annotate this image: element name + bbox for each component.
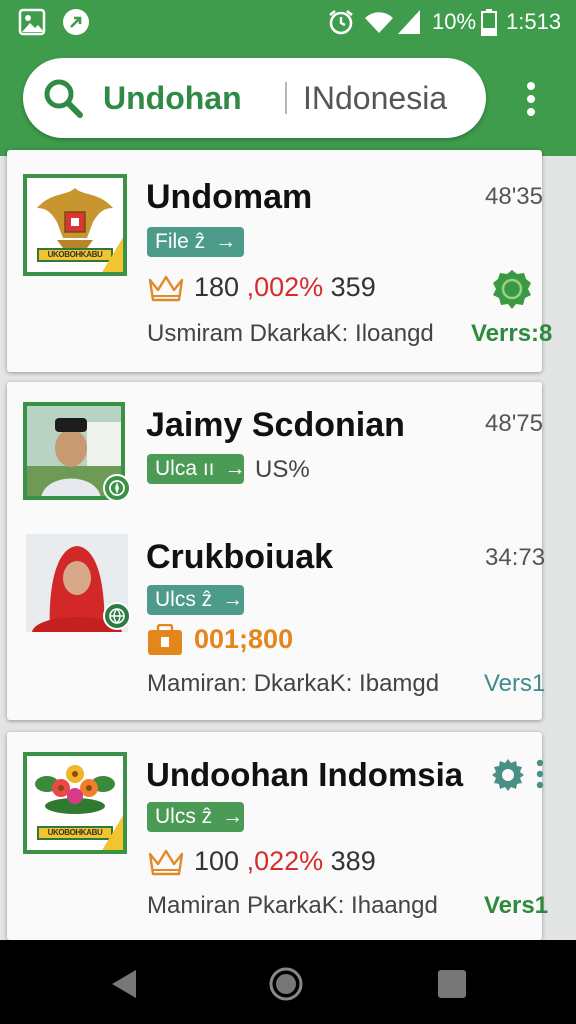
cell-signal-icon — [398, 10, 420, 34]
home-icon[interactable] — [266, 964, 306, 1004]
tag-chip-label: Ulcs ẑ — [155, 805, 213, 828]
card-stats: 180 ,002% 359 — [194, 272, 376, 303]
status-bar: 10% 1:513 — [0, 0, 576, 44]
crown-icon — [148, 275, 184, 302]
tag-chip-label: Ulcs ẑ — [155, 588, 213, 611]
search-divider — [285, 82, 287, 114]
arrow-right-icon: → — [224, 457, 246, 480]
result-card[interactable]: Jaimy Scdonian 48'75 Ulca ıı → US% Crukbo… — [7, 382, 546, 720]
emblem-banner: UKOBOHKABU — [37, 826, 113, 840]
card-stats: 100 ,022% 389 — [194, 846, 376, 877]
tag-chip[interactable]: Ulca ıı → — [147, 454, 246, 484]
search-icon[interactable] — [41, 76, 85, 120]
gallery-icon — [18, 8, 46, 36]
card-title[interactable]: Jaimy Scdonian — [146, 406, 405, 445]
arrow-right-icon: → — [215, 230, 237, 253]
crown-icon — [148, 849, 184, 876]
tag-chip[interactable]: File ẑ → — [147, 227, 244, 257]
card-title[interactable]: Undomam — [146, 178, 312, 217]
card-meta: Mamiran: DkarkaK: Ibamgd — [147, 670, 440, 697]
card-stats: 001;800 — [194, 624, 294, 654]
overflow-menu-icon[interactable] — [533, 758, 547, 790]
version-label[interactable]: Vers1 — [484, 892, 548, 920]
card-title[interactable]: Crukboiuak — [146, 538, 333, 577]
app-header: Undohan INdonesia — [0, 44, 576, 156]
card-time: 34:73 — [485, 544, 546, 571]
result-card[interactable]: UKOBOHKABU Undomam 48'35 File ẑ → 180 ,00… — [7, 150, 552, 372]
alarm-icon — [329, 9, 353, 35]
globe-badge-icon — [103, 602, 131, 630]
stat-count: 100 — [194, 846, 240, 876]
version-label[interactable]: Vers1 — [484, 670, 545, 698]
signal-arrow-icon — [63, 9, 89, 35]
stat-tail: 389 — [330, 846, 376, 876]
stat-percent: ,002% — [246, 272, 324, 302]
card-time: 48'35 — [485, 183, 543, 210]
battery-icon — [481, 9, 497, 36]
flower-emblem-icon: UKOBOHKABU — [23, 752, 127, 854]
card-meta: Mamiran PkarkaK: Ihaangd — [147, 892, 438, 919]
card-time: 48'75 — [485, 410, 543, 437]
overflow-menu-icon[interactable] — [517, 80, 545, 120]
card-meta: Usmiram DkarkaK: Iloangd — [147, 320, 434, 347]
search-query-location[interactable]: INdonesia — [303, 80, 447, 117]
tag-chip-label: File ẑ — [155, 230, 206, 253]
version-label[interactable]: Verrs:8 — [471, 320, 552, 348]
emblem-banner: UKOBOHKABU — [37, 248, 113, 262]
search-query-term[interactable]: Undohan — [103, 80, 242, 117]
arrow-right-icon: → — [222, 588, 244, 611]
battery-percent: 10% — [432, 9, 477, 34]
award-seal-icon[interactable] — [491, 268, 533, 312]
chip-suffix: US% — [255, 456, 310, 483]
recents-icon[interactable] — [432, 964, 472, 1004]
tag-chip[interactable]: Ulcs ẑ → — [147, 802, 244, 832]
back-icon[interactable] — [104, 964, 144, 1004]
result-card[interactable]: UKOBOHKABU Undoohan Indomsia Ulcs ẑ → 100… — [7, 732, 548, 940]
search-bar[interactable]: Undohan INdonesia — [23, 58, 486, 138]
gear-icon[interactable] — [491, 758, 525, 792]
card-title[interactable]: Undoohan Indomsia — [146, 756, 463, 794]
clock: 1:513 — [506, 9, 562, 34]
compass-badge-icon — [103, 474, 131, 502]
stat-percent: ,022% — [246, 846, 324, 876]
stat-tail: 359 — [330, 272, 376, 302]
wifi-icon — [365, 12, 393, 33]
system-nav-bar — [0, 940, 576, 1024]
stat-count: 180 — [194, 272, 240, 302]
tag-chip[interactable]: Ulcs ẑ → — [147, 585, 244, 615]
wallet-icon — [148, 624, 182, 655]
garuda-emblem-icon: UKOBOHKABU — [23, 174, 127, 276]
arrow-right-icon: → — [222, 805, 244, 828]
tag-chip-label: Ulca ıı — [155, 457, 215, 480]
